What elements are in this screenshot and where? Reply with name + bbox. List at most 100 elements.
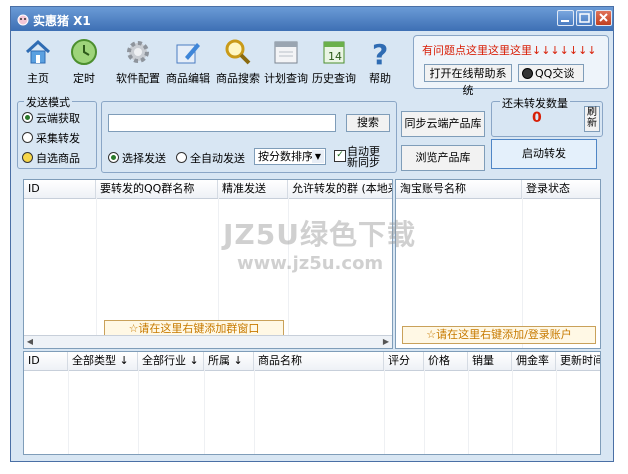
toolbar-product-search[interactable]: 商品搜索: [215, 35, 261, 91]
auto-update-line2: 新同步: [347, 156, 380, 169]
radio-select-send[interactable]: 选择发送: [108, 150, 166, 166]
refresh-button[interactable]: 刷新: [584, 106, 600, 132]
search-button[interactable]: 搜索: [346, 114, 390, 132]
calendar-icon: [274, 41, 298, 64]
radio-label: 云端获取: [36, 112, 80, 125]
column-header[interactable]: 全部类型 ↓: [68, 352, 138, 370]
column-header[interactable]: 登录状态: [522, 180, 600, 198]
svg-text:?: ?: [372, 38, 388, 67]
radio-button[interactable]: [22, 112, 33, 123]
toolbar-label: 历史查询: [312, 72, 356, 85]
grid-line: [138, 370, 139, 454]
help-icon: ?: [372, 38, 388, 67]
column-header[interactable]: ID: [24, 352, 68, 370]
toolbar-label: 定时: [73, 72, 95, 85]
grid-line: [512, 370, 513, 454]
column-header[interactable]: 所属 ↓: [204, 352, 254, 370]
unsent-count-panel: 还未转发数量 0 刷新: [491, 95, 603, 137]
horizontal-scrollbar[interactable]: ◀ ▶: [24, 335, 392, 348]
grid-line: [468, 370, 469, 454]
start-forward-button[interactable]: 启动转发: [491, 139, 597, 169]
column-header[interactable]: ID: [24, 180, 96, 198]
group-grid-header: ID 要转发的QQ群名称 精准发送 允许转发的群 (本地采: [24, 180, 392, 199]
window-title: 实惠猪 X1: [33, 14, 91, 28]
browse-library-button[interactable]: 浏览产品库: [401, 145, 485, 171]
column-header[interactable]: 评分: [384, 352, 424, 370]
column-header[interactable]: 商品名称: [254, 352, 384, 370]
toolbar-product-edit[interactable]: 商品编辑: [165, 35, 211, 91]
radio-auto-send[interactable]: 全自动发送: [176, 150, 245, 166]
column-header[interactable]: 价格: [424, 352, 468, 370]
toolbar-timer[interactable]: 定时: [61, 35, 107, 91]
app-window: 实惠猪 X1 主页 定时 软件配置 商品编辑 商品搜索 计划查询 14 历史查询…: [10, 6, 614, 462]
search-input[interactable]: [108, 114, 336, 132]
toolbar-history-query[interactable]: 14 历史查询: [311, 35, 357, 91]
maximize-icon: [579, 13, 590, 23]
site-watermark: JZ5U绿色下载 www.jz5u.com: [223, 213, 416, 274]
radio-button[interactable]: [22, 152, 33, 163]
radio-self-select[interactable]: 自选商品: [22, 150, 80, 165]
history-icon: 14: [323, 41, 345, 64]
online-help-button[interactable]: 打开在线帮助系统: [424, 64, 512, 97]
minimize-icon: [561, 20, 569, 22]
product-grid[interactable]: ID 全部类型 ↓ 全部行业 ↓ 所属 ↓ 商品名称 评分 价格 销量 佣金率 …: [23, 351, 601, 455]
toolbar-label: 主页: [27, 72, 49, 85]
radio-label: 采集转发: [36, 132, 80, 145]
grid-line: [556, 370, 557, 454]
toolbar-label: 计划查询: [264, 72, 308, 85]
column-header[interactable]: 淘宝账号名称: [396, 180, 522, 198]
edit-icon: [176, 43, 200, 64]
grid-line: [96, 198, 97, 348]
minimize-button[interactable]: [557, 10, 574, 26]
toolbar-label: 商品编辑: [166, 72, 210, 85]
column-header[interactable]: 佣金率: [512, 352, 556, 370]
column-header[interactable]: 精准发送: [218, 180, 288, 198]
sort-dropdown-value: 按分数排序: [258, 150, 313, 163]
auto-update-checkbox[interactable]: ✓: [334, 150, 346, 162]
radio-label: 全自动发送: [190, 152, 245, 165]
send-mode-legend: 发送模式: [24, 94, 72, 110]
radio-collect-forward[interactable]: 采集转发: [22, 130, 80, 145]
help-hint-text: 有问题点这里这里这里↓↓↓↓↓↓↓: [422, 44, 597, 57]
column-header[interactable]: 销量: [468, 352, 512, 370]
qq-penguin-icon: [522, 68, 533, 79]
toolbar-home[interactable]: 主页: [15, 35, 61, 91]
grid-line: [384, 370, 385, 454]
title-bar[interactable]: 实惠猪 X1: [11, 7, 613, 31]
radio-button[interactable]: [176, 152, 187, 163]
maximize-button[interactable]: [576, 10, 593, 26]
sort-dropdown[interactable]: 按分数排序 ▼: [254, 148, 326, 165]
svg-text:14: 14: [328, 50, 342, 63]
toolbar-plan-query[interactable]: 计划查询: [263, 35, 309, 91]
column-header[interactable]: 允许转发的群 (本地采: [288, 180, 392, 198]
home-icon: [25, 39, 51, 64]
column-header[interactable]: 全部行业 ↓: [138, 352, 204, 370]
help-panel: 有问题点这里这里这里↓↓↓↓↓↓↓ 打开在线帮助系统 QQ交谈: [413, 35, 609, 97]
auto-update-label: 自动更 新同步: [347, 146, 380, 168]
grid-line: [68, 370, 69, 454]
account-grid[interactable]: 淘宝账号名称 登录状态 ☆请在这里右键添加/登录账户: [395, 179, 601, 349]
toolbar-label: 软件配置: [116, 72, 160, 85]
search-send-panel: 搜索 选择发送 全自动发送 按分数排序 ▼ ✓ 自动更 新同步: [101, 101, 397, 173]
unsent-count-value: 0: [532, 110, 542, 126]
add-account-hint[interactable]: ☆请在这里右键添加/登录账户: [402, 326, 596, 344]
qq-chat-button[interactable]: QQ交谈: [518, 64, 584, 82]
search-icon: [225, 39, 251, 65]
close-button[interactable]: [595, 10, 612, 26]
sync-cloud-library-button[interactable]: 同步云端产品库: [401, 111, 485, 137]
radio-button[interactable]: [108, 152, 119, 163]
toolbar-settings[interactable]: 软件配置: [115, 35, 161, 91]
radio-label: 自选商品: [36, 152, 80, 165]
column-header[interactable]: 要转发的QQ群名称: [96, 180, 218, 198]
send-mode-group: 发送模式 云端获取 采集转发 自选商品: [17, 94, 97, 169]
radio-cloud-fetch[interactable]: 云端获取: [22, 110, 80, 125]
scroll-left-icon[interactable]: ◀: [24, 336, 36, 348]
pig-logo-icon: [17, 14, 29, 26]
chevron-down-icon[interactable]: ▼: [312, 150, 324, 163]
account-grid-header: 淘宝账号名称 登录状态: [396, 180, 600, 199]
radio-button[interactable]: [22, 132, 33, 143]
gear-icon: [127, 41, 149, 63]
column-header[interactable]: 更新时间: [556, 352, 600, 370]
toolbar-help[interactable]: ? 帮助: [357, 35, 403, 91]
scroll-right-icon[interactable]: ▶: [380, 336, 392, 348]
